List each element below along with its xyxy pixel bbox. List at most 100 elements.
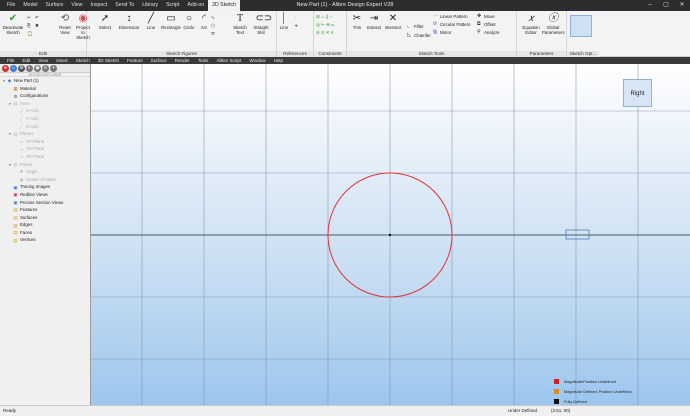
close-icon[interactable]: ✕ bbox=[674, 0, 690, 11]
tree-item[interactable]: ▤ Features bbox=[0, 206, 90, 214]
global-parameters-button[interactable]: ⓧ Global Parameters bbox=[542, 13, 565, 35]
tree-item[interactable]: ▤ Edges bbox=[0, 221, 90, 229]
ellipse-icon[interactable]: ⬭ bbox=[211, 31, 215, 37]
delete-icon[interactable]: ✖ bbox=[35, 23, 39, 29]
sketch-viewport[interactable]: Right Magnitude/Position Undefined Magni… bbox=[91, 64, 690, 405]
title-bar: File Model Surface View Inspect Send To … bbox=[0, 0, 690, 11]
rectangle-button[interactable]: ▭ Rectangle bbox=[159, 13, 183, 30]
menu-surface[interactable]: Surface bbox=[147, 57, 171, 64]
menu-window[interactable]: Window bbox=[245, 57, 269, 64]
arc-button[interactable]: ◜ Arc bbox=[197, 13, 211, 30]
spline-icon[interactable]: ∿ bbox=[211, 15, 215, 21]
menu-alibre-script[interactable]: Alibre Script bbox=[212, 57, 245, 64]
tree-item[interactable]: ▤ Faces bbox=[0, 229, 90, 237]
tree-item[interactable]: ▤ Vertices bbox=[0, 236, 90, 244]
menu-insert[interactable]: Insert bbox=[52, 57, 72, 64]
intersect-button[interactable]: ✕ Intersect bbox=[383, 13, 403, 30]
linear-pattern-button[interactable]: ⋯ Linear Pattern bbox=[433, 14, 468, 20]
line-button[interactable]: ╱ Line bbox=[144, 13, 158, 30]
checkmark-icon: ✔ bbox=[8, 13, 18, 24]
tree-item[interactable]: ▱ YZ-Plane bbox=[0, 145, 90, 153]
explorer-tree: ▾ ◆ New Part (1) ▦ Material ⚙ Configurations ▾ ▤… bbox=[0, 77, 90, 244]
explorer-expand-icon[interactable]: + bbox=[50, 64, 57, 72]
tree-item[interactable]: ▣ Tracing Images bbox=[0, 183, 90, 191]
reference-point-icon[interactable]: · bbox=[295, 15, 296, 21]
menu-3d-sketch[interactable]: 3D Sketch bbox=[94, 57, 123, 64]
reference-line-button[interactable]: │ Line bbox=[277, 13, 291, 30]
tree-item[interactable]: ▾ ▤ Planes bbox=[0, 130, 90, 138]
menu-sketch[interactable]: Sketch bbox=[72, 57, 94, 64]
menu-help[interactable]: Help bbox=[270, 57, 287, 64]
reference-figure-icon[interactable]: ⌖ bbox=[295, 23, 297, 29]
deactivate-sketch-button[interactable]: ✔ Deactivate Sketch bbox=[2, 13, 24, 35]
explorer-gear-icon[interactable]: ⚙ bbox=[18, 64, 25, 72]
equation-editor-button[interactable]: 𝑥 Equation Editor bbox=[521, 13, 541, 35]
straight-slot-button[interactable]: ⊂⊃ Straight Slot bbox=[250, 13, 272, 35]
circle-button[interactable]: ○ Circle bbox=[182, 13, 196, 30]
menu-edit[interactable]: Edit bbox=[18, 57, 34, 64]
select-button[interactable]: ➚ Select bbox=[98, 13, 112, 30]
tree-item[interactable]: ▾ ▤ Axes bbox=[0, 100, 90, 108]
dimension-button[interactable]: ↕ Dimension bbox=[116, 13, 142, 30]
trim-button[interactable]: ✂ Trim bbox=[350, 13, 364, 30]
maximize-icon[interactable]: ▢ bbox=[658, 0, 674, 11]
tree-item[interactable]: ▾ ◆ New Part (1) bbox=[0, 77, 90, 85]
tangent-constraint-icon[interactable]: ◎ ⊢ ⊕ ═ bbox=[316, 22, 334, 28]
tree-item[interactable]: ╱ X-Axis bbox=[0, 107, 90, 115]
view-cube[interactable]: Right bbox=[623, 79, 652, 107]
tree-item[interactable]: ▤ Surfaces bbox=[0, 214, 90, 222]
tree-item[interactable]: ▱ ZX-Plane bbox=[0, 153, 90, 161]
reset-view-button[interactable]: ⟲ Reset View bbox=[58, 13, 72, 35]
explorer-sort-icon[interactable]: ≡ bbox=[42, 64, 49, 72]
tree-item[interactable]: ✱ Origin bbox=[0, 168, 90, 176]
ribbon: ✔ Deactivate Sketch ✂ ⎘ 📋 ↶ ✖ ⟲ Reset Vi… bbox=[0, 11, 690, 57]
polygon-icon[interactable]: ⬡ bbox=[211, 23, 215, 29]
mirror-button[interactable]: ⧎ Mirror bbox=[433, 30, 451, 36]
center-of-mass-icon: ◉ bbox=[19, 177, 24, 183]
menu-file[interactable]: File bbox=[3, 57, 18, 64]
fillet-button[interactable]: ◟ Fillet bbox=[407, 24, 423, 30]
sketch-options-icon[interactable] bbox=[570, 15, 592, 37]
circle-quadrant-point[interactable] bbox=[327, 234, 329, 236]
tree-item[interactable]: ╱ Z-Axis bbox=[0, 123, 90, 131]
explorer-display-icon[interactable]: ◐ bbox=[26, 64, 33, 72]
minimize-icon[interactable]: – bbox=[642, 0, 658, 11]
menu-render[interactable]: Render bbox=[171, 57, 194, 64]
paste-icon[interactable]: 📋 bbox=[27, 31, 32, 37]
undo-icon[interactable]: ↶ bbox=[35, 15, 39, 21]
tree-item-label: Y-Axis bbox=[26, 115, 39, 121]
extend-button[interactable]: ⇥ Extend bbox=[366, 13, 382, 30]
tree-item[interactable]: ▣ Precise Section Views bbox=[0, 199, 90, 207]
explorer-eye-icon[interactable]: ◉ bbox=[34, 64, 41, 72]
axis-icon: ╱ bbox=[20, 116, 23, 122]
sketch-text-button[interactable]: T Sketch Text bbox=[231, 13, 249, 35]
cut-icon[interactable]: ✂ bbox=[27, 15, 31, 21]
tree-item[interactable]: ▱ XY-Plane bbox=[0, 138, 90, 146]
move-button[interactable]: ✥ Move bbox=[477, 14, 495, 20]
tree-item[interactable]: ▾ ▤ Points bbox=[0, 161, 90, 169]
tree-item[interactable]: ▣ Redline Views bbox=[0, 191, 90, 199]
copy-icon[interactable]: ⎘ bbox=[27, 23, 31, 29]
vertices-icon: ▤ bbox=[13, 237, 18, 243]
tree-item[interactable]: ⚙ Configurations bbox=[0, 92, 90, 100]
circle-quadrant-point[interactable] bbox=[451, 234, 453, 236]
offset-button[interactable]: ⧉ Offset bbox=[477, 22, 496, 28]
horizontal-constraint-icon[interactable]: ⊟ ⊥ ∥ ○ bbox=[316, 14, 332, 20]
group-references: │ Line · ⌖ References bbox=[277, 11, 314, 57]
circular-pattern-button[interactable]: ⟳ Circular Pattern bbox=[433, 22, 471, 28]
explorer-home-icon[interactable]: ⌂ bbox=[10, 64, 17, 72]
sketch-canvas[interactable] bbox=[91, 64, 690, 405]
menu-feature[interactable]: Feature bbox=[123, 57, 147, 64]
material-icon: ▦ bbox=[13, 85, 18, 91]
tree-item[interactable]: ▦ Material bbox=[0, 85, 90, 93]
chamfer-button[interactable]: ◺ Chamfer bbox=[407, 33, 431, 39]
circle-center-point[interactable] bbox=[388, 233, 392, 237]
analyze-button[interactable]: ⚲ Analyze bbox=[477, 30, 500, 36]
menu-tools[interactable]: Tools bbox=[194, 57, 213, 64]
menu-view[interactable]: View bbox=[34, 57, 52, 64]
equal-constraint-icon[interactable]: ⊘ ⊙ ✕ ≡ bbox=[316, 30, 333, 36]
trim-icon: ✂ bbox=[352, 13, 362, 24]
explorer-filter-icon[interactable]: ● bbox=[2, 64, 9, 72]
tree-item[interactable]: ╱ Y-Axis bbox=[0, 115, 90, 123]
tree-item[interactable]: ◉ Center of Mass bbox=[0, 176, 90, 184]
